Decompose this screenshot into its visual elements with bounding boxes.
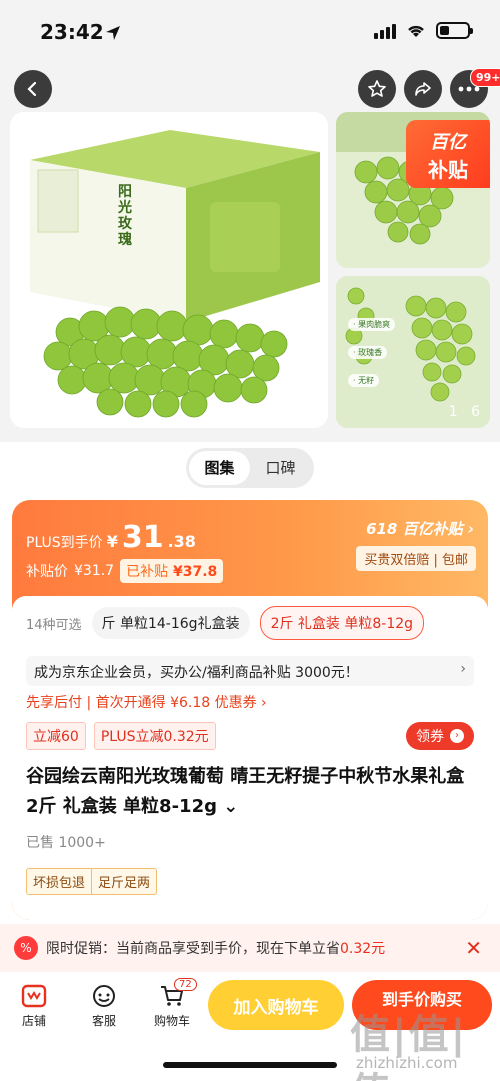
- battery-icon: [436, 22, 473, 39]
- pay-later-link[interactable]: 先享后付 | 首次开通得 ¥6.18 优惠券 ›: [26, 692, 267, 712]
- subsidy-amount-pill: 已补贴 ¥37.8: [120, 559, 224, 583]
- spec-option[interactable]: 斤 单粒14-16g礼盒装: [91, 607, 250, 639]
- feature-tag-2: · 玫瑰香: [348, 346, 388, 359]
- enterprise-promo-line[interactable]: 成为京东企业会员，买办公/福利商品补贴 3000元！ ›: [26, 656, 474, 686]
- price-block: PLUS到手价 ¥31.38 补贴价 ¥31.7 已补贴 ¥37.8: [26, 520, 224, 583]
- add-to-cart-button[interactable]: 加入购物车: [208, 980, 344, 1030]
- home-indicator[interactable]: [163, 1062, 337, 1068]
- shop-button[interactable]: 店铺: [10, 984, 58, 1029]
- service-tags: 坏损包退 足斤足两: [26, 868, 158, 895]
- spec-selector: 14种可选 斤 单粒14-16g礼盒装 2斤 礼盒装 单粒8-12g: [26, 606, 474, 640]
- spec-option-selected[interactable]: 2斤 礼盒装 单粒8-12g: [259, 606, 425, 640]
- subsidy-badge: 百亿 补贴: [406, 120, 490, 188]
- shop-icon: [21, 984, 47, 1008]
- cellular-signal-icon: [374, 23, 396, 39]
- cart-button[interactable]: 购物车 72: [148, 978, 197, 1029]
- get-coupon-button[interactable]: 领券 ›: [406, 722, 474, 750]
- chevron-right-icon: ›: [460, 661, 466, 677]
- subsidy-price: ¥31.7: [74, 563, 115, 579]
- product-title: 谷园绘云南阳光玫瑰葡萄 晴王无籽提子中秋节水果礼盒 2斤 礼盒装 单粒8-12g…: [26, 766, 465, 817]
- coupon-tag-plus: PLUS立减0.32元: [93, 722, 216, 750]
- box-brand-vertical: 阳光玫瑰: [117, 184, 133, 248]
- price-card: PLUS到手价 ¥31.38 补贴价 ¥31.7 已补贴 ¥37.8 618 百…: [12, 500, 488, 920]
- feature-tag-3: · 无籽: [348, 374, 380, 387]
- subsidy-badge-line2: 补贴: [428, 158, 468, 182]
- customer-service-icon: [93, 985, 115, 1007]
- image-counter: 1 6: [449, 404, 480, 420]
- promo-banner-text: 限时促销：当前商品享受到手价，现在下单立省: [46, 941, 340, 957]
- coupon-row: 立减60 PLUS立减0.32元 领券 ›: [26, 722, 474, 750]
- grape-gift-box-image: 阳光玫瑰: [10, 112, 328, 428]
- product-gallery: 阳光玫瑰 百亿 补贴 · 果肉脆爽 · 玫瑰香 · 无籽 1 6: [0, 112, 500, 442]
- service-tag: 足斤足两: [91, 869, 156, 894]
- thumbnail-image-2[interactable]: · 果肉脆爽 · 玫瑰香 · 无籽 1 6: [336, 276, 490, 428]
- top-action-bar: [0, 64, 500, 112]
- enterprise-promo-text: 成为京东企业会员，买办公/福利商品补贴 3000元！: [34, 665, 359, 681]
- billion-subsidy-link[interactable]: 618 百亿补贴 ›: [366, 518, 474, 539]
- subsidy-amount-value: ¥37.8: [172, 564, 218, 580]
- feature-tag-1: · 果肉脆爽: [348, 318, 396, 331]
- image-counter-total: 6: [471, 404, 480, 420]
- image-counter-current: 1: [448, 404, 458, 420]
- chevron-right-icon: ›: [450, 729, 464, 743]
- price-currency: ¥: [106, 532, 118, 551]
- coupon-tag: 立减60: [26, 722, 86, 750]
- star-icon: [368, 80, 386, 97]
- gallery-tab-switch: 图集 口碑: [186, 448, 314, 488]
- promo-banner-amount: 0.32元: [340, 941, 386, 957]
- discount-icon: %: [14, 936, 38, 960]
- promo-banner: % 限时促销：当前商品享受到手价，现在下单立省 0.32元 ✕: [0, 924, 500, 972]
- price-integer: 31: [121, 520, 164, 555]
- subsidy-badge-line1: 百亿: [430, 132, 466, 153]
- service-tag: 坏损包退: [33, 876, 86, 891]
- favorite-button[interactable]: [358, 70, 396, 108]
- thumbnail-image-1[interactable]: 百亿 补贴: [336, 112, 490, 268]
- guarantee-tags: 买贵双倍赔 | 包邮: [356, 546, 476, 571]
- subsidy-price-label: 补贴价: [26, 564, 68, 580]
- customer-service-button[interactable]: 客服: [80, 984, 128, 1029]
- get-coupon-label: 领券: [416, 729, 444, 745]
- tab-reviews[interactable]: 口碑: [250, 451, 311, 485]
- back-button[interactable]: [14, 70, 52, 108]
- status-indicators: [374, 22, 473, 39]
- share-button[interactable]: [404, 70, 442, 108]
- price-decimal: .38: [167, 532, 196, 551]
- close-icon[interactable]: ✕: [465, 936, 482, 960]
- watermark-url: zhizhizhi.com: [356, 1054, 458, 1072]
- share-icon: [415, 82, 431, 96]
- subsidy-amount-label: 已补贴: [126, 564, 169, 580]
- tab-gallery[interactable]: 图集: [189, 451, 250, 485]
- shop-label: 店铺: [21, 1014, 46, 1028]
- cart-label: 购物车: [153, 1014, 190, 1028]
- notification-badge: 99+: [470, 68, 500, 87]
- status-bar: 23:42: [0, 0, 500, 64]
- wifi-icon: [408, 25, 424, 37]
- chevron-left-icon: [27, 81, 37, 97]
- sold-count: 已售 1000+: [26, 835, 106, 851]
- status-time: 23:42: [40, 20, 104, 44]
- main-product-image[interactable]: 阳光玫瑰: [10, 112, 328, 428]
- location-arrow-icon: [106, 26, 120, 40]
- spec-count: 14种可选: [26, 617, 82, 633]
- plus-price-label: PLUS到手价: [26, 535, 103, 551]
- customer-service-label: 客服: [91, 1014, 116, 1028]
- cart-count-badge: 72: [174, 978, 197, 991]
- product-detail-panel: 14种可选 斤 单粒14-16g礼盒装 2斤 礼盒装 单粒8-12g 成为京东企…: [12, 596, 488, 920]
